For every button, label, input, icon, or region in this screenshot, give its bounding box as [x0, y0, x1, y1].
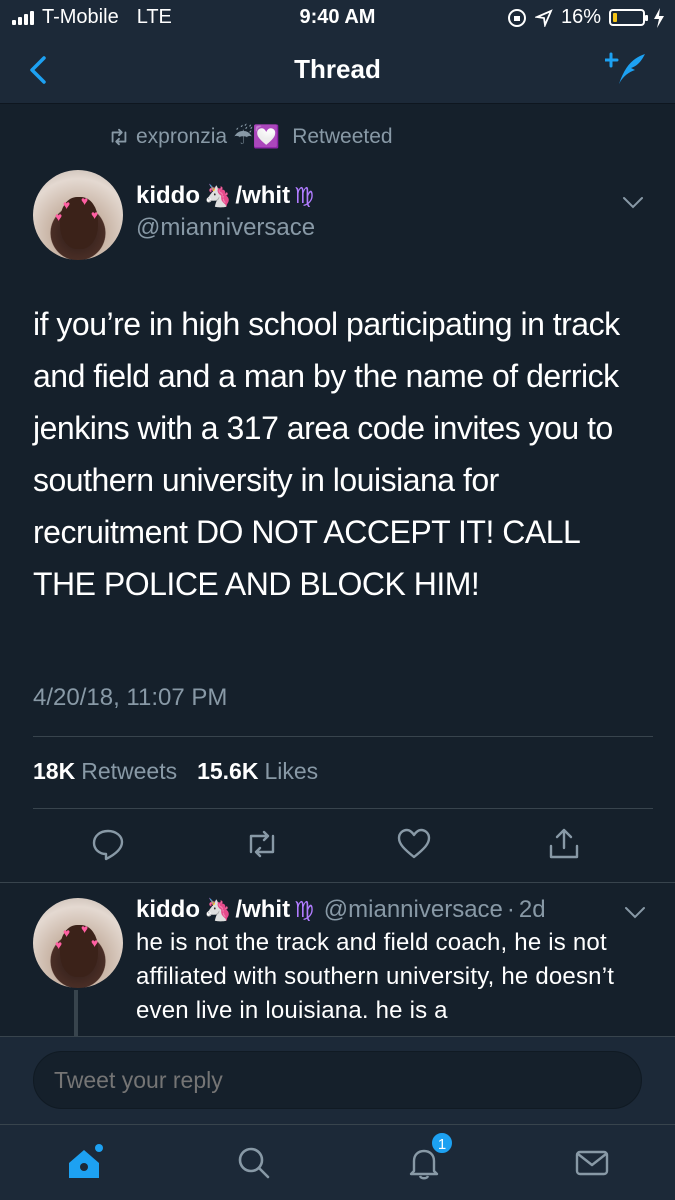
- tweet-options-chevron-icon[interactable]: [622, 196, 644, 210]
- reply-input[interactable]: [33, 1051, 642, 1109]
- reply-options-chevron-icon[interactable]: [624, 906, 646, 920]
- retweeted-by-line[interactable]: expronzia ☔💟 Retweeted: [108, 124, 393, 150]
- reply-handle: @mianniversace: [323, 896, 503, 923]
- orientation-lock-icon: [507, 8, 526, 27]
- reply-bar: [0, 1036, 675, 1124]
- retweeted-label: Retweeted: [292, 125, 393, 148]
- retweets-label[interactable]: Retweets: [81, 758, 177, 785]
- author-name: kiddo: [136, 182, 200, 209]
- battery-percent: 16%: [560, 6, 601, 28]
- like-heart-icon[interactable]: [396, 826, 432, 862]
- reply-author-name: kiddo: [136, 896, 200, 923]
- notifications-badge: 1: [430, 1131, 454, 1155]
- reply-icon[interactable]: [90, 826, 126, 862]
- nav-bar: Thread: [0, 36, 675, 104]
- divider: [33, 808, 653, 809]
- thread-connector-line: [74, 990, 78, 1036]
- tweet-stats: 18K Retweets 15.6K Likes: [33, 758, 318, 785]
- search-tab-icon[interactable]: [234, 1143, 274, 1183]
- tweet-timestamp: 4/20/18, 11:07 PM: [33, 684, 228, 711]
- likes-label[interactable]: Likes: [264, 758, 318, 785]
- retweet-icon: [111, 128, 127, 146]
- battery-icon: [609, 9, 648, 26]
- reply-author-name-suffix: /whit: [235, 896, 291, 923]
- unicorn-emoji: 🦄: [204, 183, 232, 208]
- tweet-text: if you’re in high school participating i…: [33, 306, 620, 602]
- retweeter-name: expronzia: [136, 125, 228, 148]
- compose-tweet-icon[interactable]: [605, 50, 649, 90]
- charging-bolt-icon: [654, 7, 664, 28]
- unicorn-emoji: 🦄: [204, 897, 232, 922]
- section-divider: [0, 882, 675, 883]
- retweets-count[interactable]: 18K: [33, 758, 75, 785]
- reply-tweet[interactable]: kiddo 🦄 /whit ♍ @mianniversace · 2d he i…: [136, 896, 646, 1028]
- tweet-author[interactable]: kiddo 🦄 /whit ♍ @mianniversace: [136, 182, 315, 242]
- reply-separator: ·: [506, 896, 515, 923]
- virgo-emoji: ♍: [294, 897, 314, 922]
- retweet-action-icon[interactable]: [244, 826, 280, 862]
- author-avatar[interactable]: ♥ ♥ ♥ ♥: [33, 170, 123, 260]
- reply-text: he is not the track and field coach, he …: [136, 929, 615, 1024]
- retweeter-emoji: ☔💟: [233, 124, 281, 149]
- author-name-suffix: /whit: [235, 182, 291, 209]
- status-bar: T-Mobile LTE 9:40 AM 16%: [0, 0, 675, 36]
- reply-age: 2d: [518, 896, 546, 923]
- share-icon[interactable]: [546, 826, 582, 862]
- divider: [33, 736, 653, 737]
- home-tab-icon[interactable]: [64, 1143, 104, 1183]
- tab-bar: 1: [0, 1124, 675, 1200]
- battery-level: [613, 13, 618, 22]
- page-title: Thread: [294, 54, 381, 84]
- location-arrow-icon: [534, 8, 553, 27]
- author-handle: @mianniversace: [136, 214, 316, 241]
- likes-count[interactable]: 15.6K: [197, 758, 258, 785]
- reply-author-avatar[interactable]: ♥ ♥ ♥ ♥: [33, 898, 123, 988]
- virgo-emoji: ♍: [294, 183, 314, 208]
- messages-envelope-icon[interactable]: [572, 1143, 612, 1183]
